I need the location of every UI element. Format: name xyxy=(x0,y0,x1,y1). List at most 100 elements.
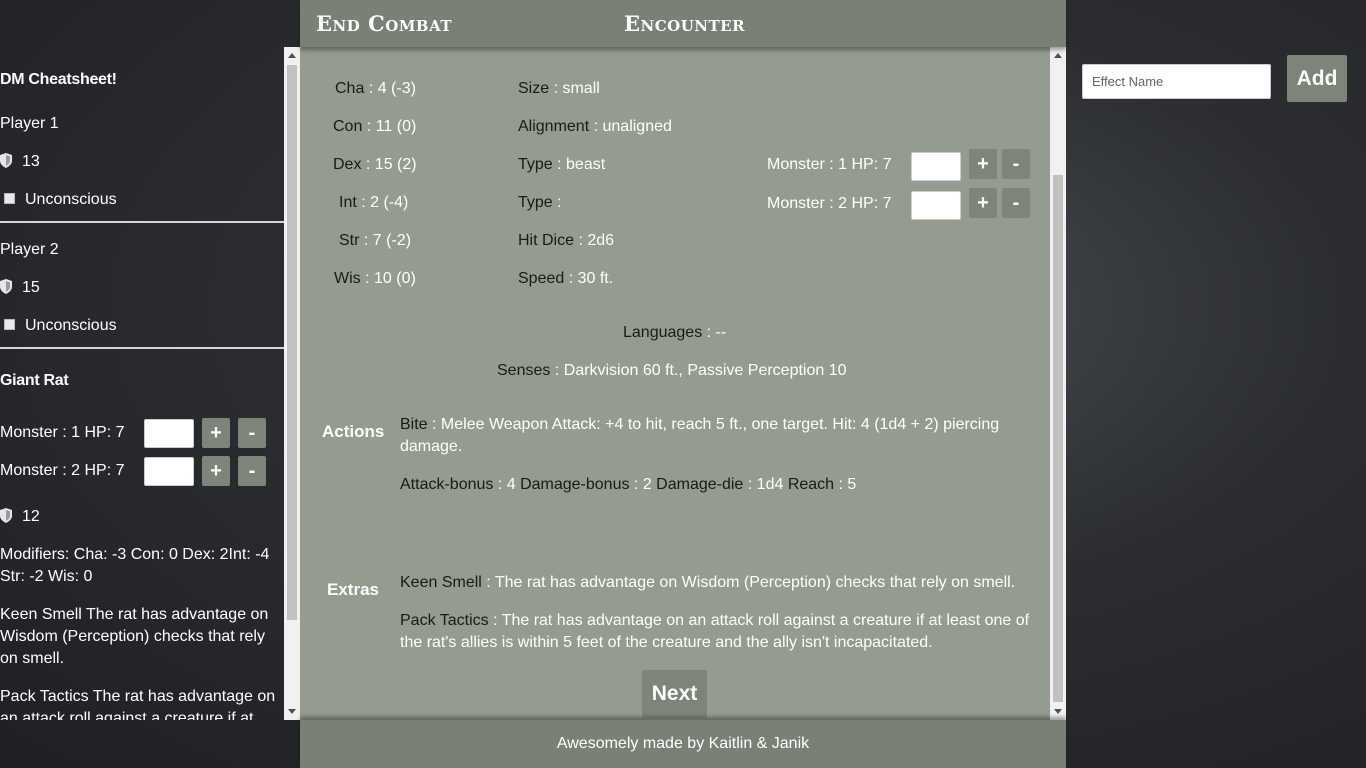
sidebar-monster-hp-row: Monster : 1 HP: 7 + - xyxy=(0,418,266,448)
unconscious-checkbox[interactable] xyxy=(4,193,15,204)
hp-plus-button[interactable]: + xyxy=(202,418,230,448)
actions-heading: Actions xyxy=(322,422,385,441)
effect-name-input[interactable] xyxy=(1082,64,1271,99)
player-ac: 15 xyxy=(0,277,40,299)
damage-die-value: : 1d4 xyxy=(743,476,788,493)
scroll-up-arrow-icon[interactable] xyxy=(288,53,296,58)
senses-label: Senses xyxy=(497,362,551,379)
stat-label: Str xyxy=(339,232,360,249)
languages: Languages : -- xyxy=(623,324,726,342)
divider xyxy=(0,347,284,349)
info-value: : xyxy=(552,194,562,211)
shield-icon xyxy=(0,153,12,168)
player-name: Player 2 xyxy=(0,241,59,258)
hp-plus-button[interactable]: + xyxy=(969,188,997,218)
info-label: Hit Dice xyxy=(518,232,575,249)
senses-value: : Darkvision 60 ft., Passive Perception … xyxy=(550,362,847,379)
info-value: : unaligned xyxy=(589,118,672,135)
info-subtype: Type : xyxy=(518,194,562,212)
info-alignment: Alignment : unaligned xyxy=(518,118,672,136)
languages-label: Languages xyxy=(623,324,703,341)
stat-cha: Cha : 4 (-3) xyxy=(335,80,416,98)
stat-str: Str : 7 (-2) xyxy=(339,232,411,250)
pack-tactics-text: Pack Tactics The rat has advantage on an… xyxy=(0,688,276,720)
unconscious-checkbox[interactable] xyxy=(4,319,15,330)
scrollbar-thumb[interactable] xyxy=(1053,175,1063,702)
monster-detail-panel: Cha : 4 (-3) Con : 11 (0) Dex : 15 (2) I… xyxy=(300,47,1066,720)
shield-icon xyxy=(0,508,12,523)
monster-ac: 12 xyxy=(0,506,40,528)
hp-minus-button[interactable]: - xyxy=(1002,149,1030,179)
info-value: : small xyxy=(549,80,600,97)
keen-smell-text: Keen Smell The rat has advantage on Wisd… xyxy=(0,606,269,667)
hp-minus-button[interactable]: - xyxy=(238,456,266,486)
action-desc: : Melee Weapon Attack: +4 to hit, reach … xyxy=(400,416,1000,455)
scrollbar-thumb[interactable] xyxy=(287,65,297,620)
info-size: Size : small xyxy=(518,80,600,98)
info-value: : 30 ft. xyxy=(564,270,614,287)
info-value: : beast xyxy=(552,156,606,173)
hp-input[interactable] xyxy=(911,152,961,181)
hp-input[interactable] xyxy=(144,418,194,448)
scroll-down-arrow-icon[interactable] xyxy=(1054,709,1062,714)
scroll-up-arrow-icon[interactable] xyxy=(1054,53,1062,58)
stat-value: : 4 (-3) xyxy=(364,80,416,97)
stat-value: : 11 (0) xyxy=(362,118,417,135)
next-button[interactable]: Next xyxy=(642,670,707,718)
stat-dex: Dex : 15 (2) xyxy=(333,156,417,174)
info-label: Speed xyxy=(518,270,565,287)
info-speed: Speed : 30 ft. xyxy=(518,270,613,288)
page-title: Encounter xyxy=(624,11,746,36)
hp-minus-button[interactable]: - xyxy=(1002,188,1030,218)
info-type: Type : beast xyxy=(518,156,605,174)
player-condition: Unconscious xyxy=(0,189,117,211)
monster-group-name: Giant Rat xyxy=(0,372,69,389)
extra-desc: : The rat has advantage on an attack rol… xyxy=(400,612,1030,651)
stat-value: : 2 (-4) xyxy=(356,194,409,211)
hp-plus-button[interactable]: + xyxy=(969,149,997,179)
player-condition: Unconscious xyxy=(0,315,117,337)
info-hit-dice: Hit Dice : 2d6 xyxy=(518,232,614,250)
info-value: : 2d6 xyxy=(574,232,615,249)
attack-bonus-value: : 4 xyxy=(493,476,521,493)
divider xyxy=(0,221,284,223)
extra-desc: : The rat has advantage on Wisdom (Perce… xyxy=(481,574,1016,591)
condition-label: Unconscious xyxy=(25,317,117,334)
hp-input[interactable] xyxy=(144,456,194,486)
stat-con: Con : 11 (0) xyxy=(333,118,416,136)
info-label: Type xyxy=(518,156,553,173)
sidebar-scrollbar[interactable] xyxy=(284,47,300,720)
monster-ac-value: 12 xyxy=(22,508,40,525)
add-effect-button[interactable]: Add xyxy=(1287,55,1347,102)
main-scrollbar[interactable] xyxy=(1050,47,1066,720)
info-label: Type xyxy=(518,194,553,211)
scroll-down-arrow-icon[interactable] xyxy=(288,709,296,714)
stat-label: Con xyxy=(333,118,363,135)
hp-minus-button[interactable]: - xyxy=(238,418,266,448)
pack-tactics-extra: Pack Tactics : The rat has advantage on … xyxy=(400,610,1040,654)
stat-value: : 15 (2) xyxy=(361,156,417,173)
monster-hp-label: Monster : 2 HP: 7 xyxy=(767,195,892,212)
senses: Senses : Darkvision 60 ft., Passive Perc… xyxy=(497,362,847,380)
monster-modifiers: Modifiers: Cha: -3 Con: 0 Dex: 2Int: -4 … xyxy=(0,546,270,585)
bite-action: Bite : Melee Weapon Attack: +4 to hit, r… xyxy=(400,414,1040,458)
keen-smell-extra: Keen Smell : The rat has advantage on Wi… xyxy=(400,572,1045,594)
reach-value: : 5 xyxy=(834,476,857,493)
player-name: Player 1 xyxy=(0,115,59,132)
footer: Awesomely made by Kaitlin & Janik xyxy=(300,720,1066,768)
player-ac: 13 xyxy=(0,151,40,173)
extra-name: Keen Smell xyxy=(400,574,482,591)
encounter-header: End Combat Encounter xyxy=(300,0,1066,47)
dm-cheatsheet-sidebar: DM Cheatsheet! Player 1 13 Unconscious P… xyxy=(0,47,300,720)
hp-input[interactable] xyxy=(911,191,961,220)
stat-label: Int xyxy=(339,194,357,211)
monster-hp-label: Monster : 2 HP: 7 xyxy=(0,462,125,479)
stat-int: Int : 2 (-4) xyxy=(339,194,408,212)
attack-bonus-label: Attack-bonus xyxy=(400,476,494,493)
reach-label: Reach xyxy=(787,476,835,493)
condition-label: Unconscious xyxy=(25,191,117,208)
extras-heading: Extras xyxy=(327,580,379,599)
stat-label: Cha xyxy=(335,80,365,97)
end-combat-button[interactable]: End Combat xyxy=(316,11,452,36)
hp-plus-button[interactable]: + xyxy=(202,456,230,486)
